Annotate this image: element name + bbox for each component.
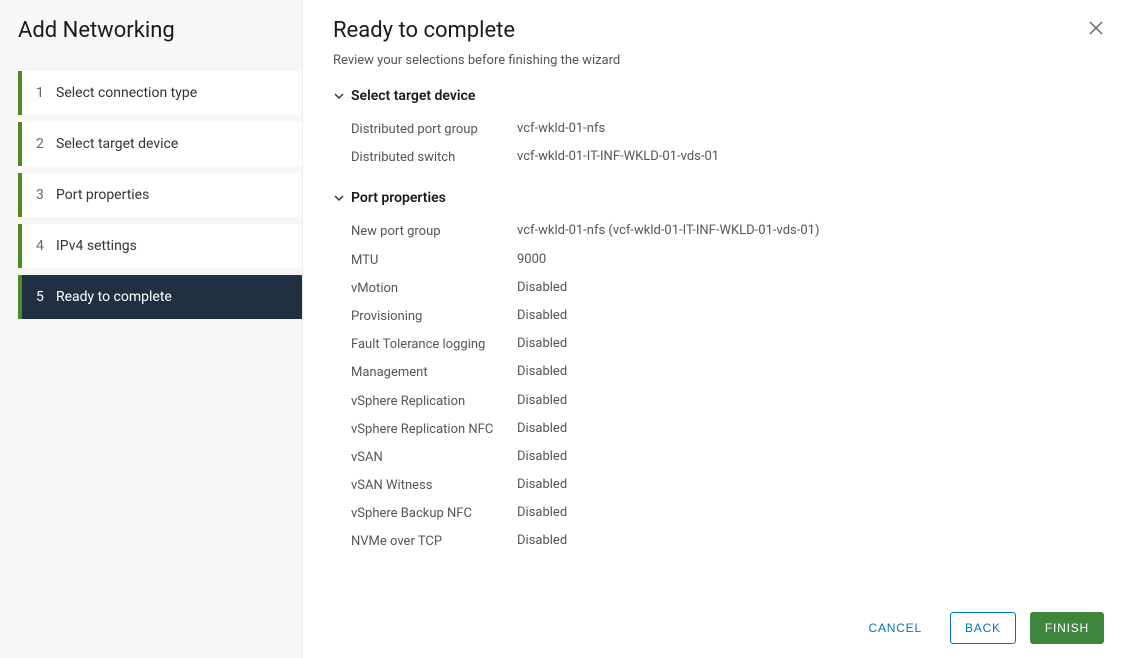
prop-provisioning: Provisioning Disabled <box>351 303 1076 331</box>
page-title: Ready to complete <box>333 18 1096 43</box>
prop-value: vcf-wkld-01-nfs (vcf-wkld-01-IT-INF-WKLD… <box>517 223 1076 238</box>
prop-vsphere-replication: vSphere Replication Disabled <box>351 388 1076 416</box>
step-label: Port properties <box>56 187 288 203</box>
prop-label: Fault Tolerance logging <box>351 336 517 354</box>
prop-distributed-port-group: Distributed port group vcf-wkld-01-nfs <box>351 116 1076 144</box>
step-select-target-device[interactable]: 2 Select target device <box>18 122 302 166</box>
prop-value: Disabled <box>517 393 1076 408</box>
prop-label: MTU <box>351 252 517 270</box>
prop-value: vcf-wkld-01-IT-INF-WKLD-01-vds-01 <box>517 149 1076 164</box>
prop-distributed-switch: Distributed switch vcf-wkld-01-IT-INF-WK… <box>351 144 1076 172</box>
step-number: 5 <box>36 289 56 305</box>
prop-nvme-over-tcp: NVMe over TCP Disabled <box>351 528 1076 556</box>
chevron-down-icon <box>333 192 345 204</box>
prop-management: Management Disabled <box>351 359 1076 387</box>
section-select-target-device: Select target device Distributed port gr… <box>333 88 1076 172</box>
prop-value: Disabled <box>517 533 1076 548</box>
prop-value: Disabled <box>517 280 1076 295</box>
step-label: Ready to complete <box>56 289 288 305</box>
step-number: 1 <box>36 85 56 101</box>
step-ipv4-settings[interactable]: 4 IPv4 settings <box>18 224 302 268</box>
prop-value: vcf-wkld-01-nfs <box>517 121 1076 136</box>
back-button[interactable]: BACK <box>950 612 1016 644</box>
wizard-content: Ready to complete Review your selections… <box>303 0 1126 658</box>
step-number: 2 <box>36 136 56 152</box>
section-port-properties: Port properties New port group vcf-wkld-… <box>333 190 1076 556</box>
prop-value: Disabled <box>517 505 1076 520</box>
prop-value: Disabled <box>517 449 1076 464</box>
prop-new-port-group: New port group vcf-wkld-01-nfs (vcf-wkld… <box>351 218 1076 246</box>
wizard-steps: 1 Select connection type 2 Select target… <box>18 71 302 319</box>
prop-vsphere-backup-nfc: vSphere Backup NFC Disabled <box>351 500 1076 528</box>
prop-label: NVMe over TCP <box>351 533 517 551</box>
section-toggle[interactable]: Select target device <box>333 88 1076 104</box>
prop-label: vSAN Witness <box>351 477 517 495</box>
prop-value: Disabled <box>517 336 1076 351</box>
prop-label: vSphere Replication <box>351 393 517 411</box>
step-number: 3 <box>36 187 56 203</box>
prop-value: Disabled <box>517 421 1076 436</box>
chevron-down-icon <box>333 90 345 102</box>
section-title: Port properties <box>351 190 446 206</box>
prop-label: Distributed port group <box>351 121 517 139</box>
prop-label: New port group <box>351 223 517 241</box>
prop-vsan-witness: vSAN Witness Disabled <box>351 472 1076 500</box>
section-toggle[interactable]: Port properties <box>333 190 1076 206</box>
step-label: Select target device <box>56 136 288 152</box>
prop-vmotion: vMotion Disabled <box>351 275 1076 303</box>
prop-value: Disabled <box>517 477 1076 492</box>
section-title: Select target device <box>351 88 475 104</box>
step-port-properties[interactable]: 3 Port properties <box>18 173 302 217</box>
prop-label: vSphere Backup NFC <box>351 505 517 523</box>
prop-label: vSAN <box>351 449 517 467</box>
prop-label: Distributed switch <box>351 149 517 167</box>
prop-fault-tolerance-logging: Fault Tolerance logging Disabled <box>351 331 1076 359</box>
wizard-title: Add Networking <box>18 18 302 43</box>
finish-button[interactable]: FINISH <box>1030 612 1104 644</box>
prop-label: vSphere Replication NFC <box>351 421 517 439</box>
step-label: IPv4 settings <box>56 238 288 254</box>
wizard-sidebar: Add Networking 1 Select connection type … <box>0 0 303 658</box>
step-label: Select connection type <box>56 85 288 101</box>
wizard-footer: CANCEL BACK FINISH <box>303 597 1126 658</box>
prop-value: Disabled <box>517 364 1076 379</box>
summary-scroll[interactable]: Select target device Distributed port gr… <box>333 88 1096 587</box>
prop-vsan: vSAN Disabled <box>351 444 1076 472</box>
cancel-button[interactable]: CANCEL <box>854 613 935 643</box>
prop-mtu: MTU 9000 <box>351 247 1076 275</box>
prop-label: vMotion <box>351 280 517 298</box>
prop-label: Management <box>351 364 517 382</box>
prop-value: Disabled <box>517 308 1076 323</box>
step-ready-to-complete[interactable]: 5 Ready to complete <box>18 275 302 319</box>
close-icon <box>1088 20 1104 36</box>
page-subtitle: Review your selections before finishing … <box>333 53 1096 68</box>
step-select-connection-type[interactable]: 1 Select connection type <box>18 71 302 115</box>
close-button[interactable] <box>1088 20 1106 38</box>
prop-vsphere-replication-nfc: vSphere Replication NFC Disabled <box>351 416 1076 444</box>
step-number: 4 <box>36 238 56 254</box>
prop-value: 9000 <box>517 252 1076 267</box>
prop-label: Provisioning <box>351 308 517 326</box>
